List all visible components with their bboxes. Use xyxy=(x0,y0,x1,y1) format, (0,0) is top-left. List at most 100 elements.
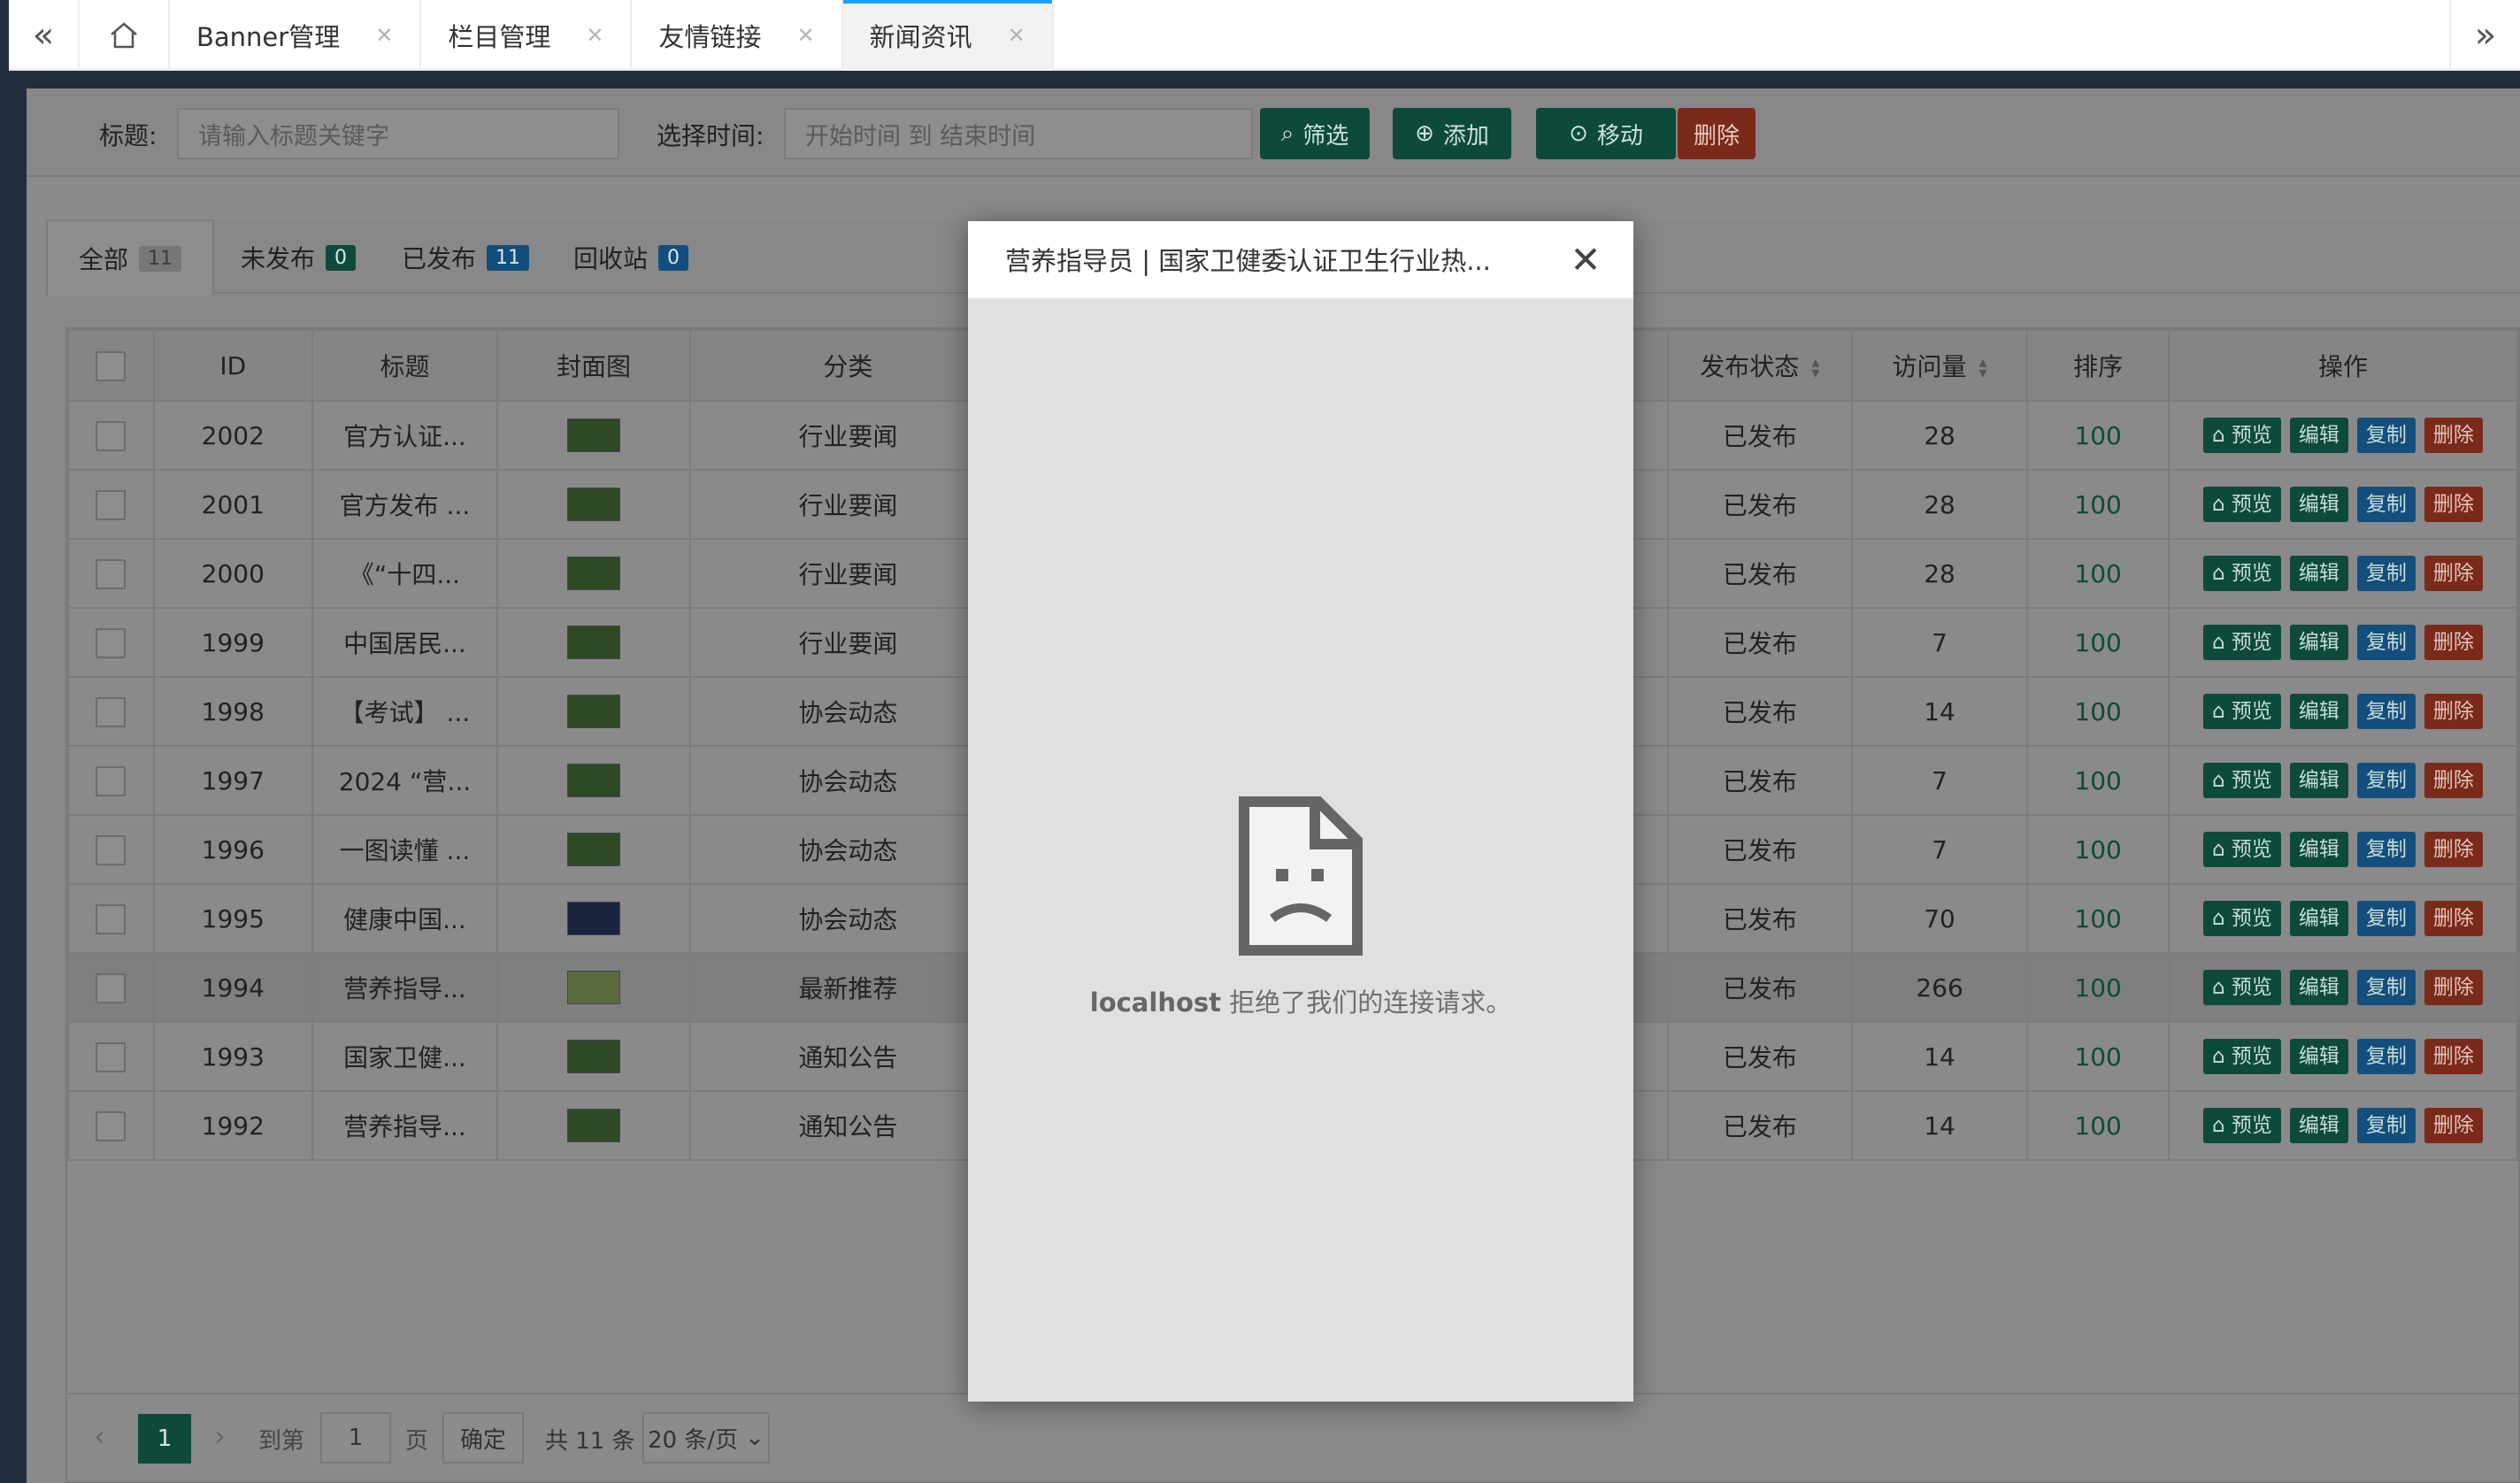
edit-button[interactable]: 编辑 xyxy=(2289,763,2348,798)
edit-button[interactable]: 编辑 xyxy=(2289,1039,2348,1074)
delete-button[interactable]: 删除 xyxy=(2424,763,2483,798)
home-tab[interactable] xyxy=(80,0,170,71)
cell-sort[interactable]: 100 xyxy=(2026,1021,2170,1092)
cell-sort[interactable]: 100 xyxy=(2026,883,2170,954)
page-size-select[interactable]: 20 条/页 ⌄ xyxy=(642,1412,770,1464)
sort-icon[interactable]: ▴ ▾ xyxy=(1811,355,1819,381)
copy-button[interactable]: 复制 xyxy=(2356,1108,2416,1143)
row-checkbox-cell[interactable] xyxy=(67,538,155,609)
close-icon[interactable]: ✕ xyxy=(1564,239,1607,281)
preview-button[interactable]: ⌂ 预览 xyxy=(2202,556,2281,591)
cover-thumbnail[interactable] xyxy=(567,488,621,521)
batch-delete-button[interactable]: 删除 xyxy=(1678,108,1756,159)
edit-button[interactable]: 编辑 xyxy=(2289,625,2348,660)
edit-button[interactable]: 编辑 xyxy=(2289,1108,2348,1143)
checkbox[interactable] xyxy=(96,558,127,589)
cell-sort[interactable]: 100 xyxy=(2026,952,2170,1023)
preview-button[interactable]: ⌂ 预览 xyxy=(2202,1039,2281,1074)
sort-icon[interactable]: ▴ ▾ xyxy=(1979,355,1987,381)
cell-sort[interactable]: 100 xyxy=(2026,745,2170,816)
delete-button[interactable]: 删除 xyxy=(2424,556,2483,591)
delete-button[interactable]: 删除 xyxy=(2424,1039,2483,1074)
checkbox[interactable] xyxy=(96,696,127,727)
cell-sort[interactable]: 100 xyxy=(2026,814,2170,885)
preview-button[interactable]: ⌂ 预览 xyxy=(2202,1108,2281,1143)
cover-thumbnail[interactable] xyxy=(567,1040,621,1073)
status-tab-unpublished[interactable]: 未发布 0 xyxy=(241,219,357,296)
cover-thumbnail[interactable] xyxy=(567,764,621,797)
status-tab-recycle[interactable]: 回收站 0 xyxy=(573,219,689,296)
cell-sort[interactable]: 100 xyxy=(2026,1090,2170,1161)
cover-thumbnail[interactable] xyxy=(567,833,621,866)
copy-button[interactable]: 复制 xyxy=(2356,970,2416,1005)
tab-news[interactable]: 新闻资讯 ✕ xyxy=(842,0,1054,71)
col-status[interactable]: 发布状态 ▴ ▾ xyxy=(1666,329,1853,402)
col-views[interactable]: 访问量 ▴ ▾ xyxy=(1850,329,2029,402)
delete-button[interactable]: 删除 xyxy=(2424,694,2483,729)
cell-sort[interactable]: 100 xyxy=(2026,400,2170,471)
checkbox[interactable] xyxy=(96,765,127,796)
status-tab-all[interactable]: 全部 11 xyxy=(46,219,214,296)
delete-button[interactable]: 删除 xyxy=(2424,832,2483,867)
cover-thumbnail[interactable] xyxy=(567,902,621,935)
cell-sort[interactable]: 100 xyxy=(2026,676,2170,747)
preview-button[interactable]: ⌂ 预览 xyxy=(2202,763,2281,798)
copy-button[interactable]: 复制 xyxy=(2356,763,2416,798)
goto-confirm-button[interactable]: 确定 xyxy=(442,1412,524,1464)
edit-button[interactable]: 编辑 xyxy=(2289,970,2348,1005)
preview-button[interactable]: ⌂ 预览 xyxy=(2202,901,2281,936)
tabs-scroll-left-icon[interactable]: « xyxy=(9,0,80,71)
select-all-checkbox[interactable] xyxy=(67,329,155,402)
row-checkbox-cell[interactable] xyxy=(67,607,155,678)
tab-close-icon[interactable]: ✕ xyxy=(375,23,393,48)
edit-button[interactable]: 编辑 xyxy=(2289,487,2348,522)
edit-button[interactable]: 编辑 xyxy=(2289,901,2348,936)
page-1-button[interactable]: 1 xyxy=(138,1414,191,1464)
preview-button[interactable]: ⌂ 预览 xyxy=(2202,694,2281,729)
cell-sort[interactable]: 100 xyxy=(2026,607,2170,678)
checkbox[interactable] xyxy=(96,1041,127,1072)
time-range-input[interactable]: 开始时间 到 结束时间 xyxy=(784,108,1253,159)
tabs-scroll-right-icon[interactable]: » xyxy=(2449,0,2520,71)
delete-button[interactable]: 删除 xyxy=(2424,970,2483,1005)
cover-thumbnail[interactable] xyxy=(567,1109,621,1142)
move-button[interactable]: ⊙ 移动 xyxy=(1536,108,1676,159)
copy-button[interactable]: 复制 xyxy=(2356,832,2416,867)
delete-button[interactable]: 删除 xyxy=(2424,625,2483,660)
checkbox[interactable] xyxy=(96,420,127,451)
cell-sort[interactable]: 100 xyxy=(2026,469,2170,540)
row-checkbox-cell[interactable] xyxy=(67,1090,155,1161)
row-checkbox-cell[interactable] xyxy=(67,883,155,954)
tab-close-icon[interactable]: ✕ xyxy=(1008,23,1026,48)
next-page-icon[interactable]: › xyxy=(214,1419,226,1453)
preview-button[interactable]: ⌂ 预览 xyxy=(2202,970,2281,1005)
preview-button[interactable]: ⌂ 预览 xyxy=(2202,487,2281,522)
copy-button[interactable]: 复制 xyxy=(2356,418,2416,453)
copy-button[interactable]: 复制 xyxy=(2356,694,2416,729)
delete-button[interactable]: 删除 xyxy=(2424,487,2483,522)
cell-sort[interactable]: 100 xyxy=(2026,538,2170,609)
checkbox[interactable] xyxy=(96,350,127,381)
checkbox[interactable] xyxy=(96,489,127,520)
checkbox[interactable] xyxy=(96,1110,127,1141)
delete-button[interactable]: 删除 xyxy=(2424,418,2483,453)
cover-thumbnail[interactable] xyxy=(567,695,621,728)
row-checkbox-cell[interactable] xyxy=(67,400,155,471)
tab-banner[interactable]: Banner管理 ✕ xyxy=(170,0,422,71)
edit-button[interactable]: 编辑 xyxy=(2289,556,2348,591)
row-checkbox-cell[interactable] xyxy=(67,1021,155,1092)
copy-button[interactable]: 复制 xyxy=(2356,625,2416,660)
row-checkbox-cell[interactable] xyxy=(67,469,155,540)
cover-thumbnail[interactable] xyxy=(567,626,621,659)
copy-button[interactable]: 复制 xyxy=(2356,901,2416,936)
tab-close-icon[interactable]: ✕ xyxy=(796,23,814,48)
cover-thumbnail[interactable] xyxy=(567,971,621,1004)
checkbox[interactable] xyxy=(96,834,127,865)
tab-close-icon[interactable]: ✕ xyxy=(586,23,603,48)
preview-button[interactable]: ⌂ 预览 xyxy=(2202,418,2281,453)
copy-button[interactable]: 复制 xyxy=(2356,487,2416,522)
filter-button[interactable]: ⌕ 筛选 xyxy=(1260,108,1370,159)
row-checkbox-cell[interactable] xyxy=(67,745,155,816)
status-tab-published[interactable]: 已发布 11 xyxy=(402,219,530,296)
tab-links[interactable]: 友情链接 ✕ xyxy=(632,0,843,71)
